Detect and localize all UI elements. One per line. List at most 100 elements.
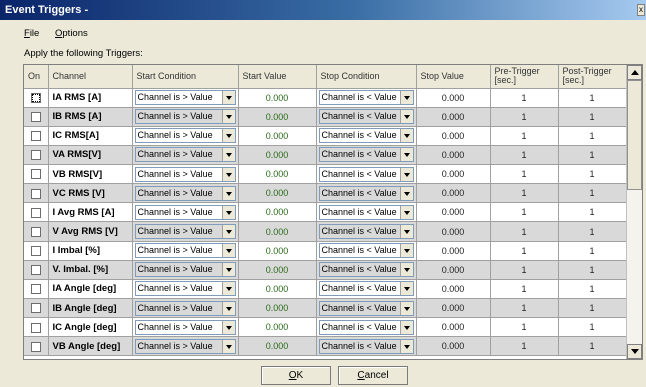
stop-value-field[interactable]: 0.000 [416, 202, 491, 223]
trigger-checkbox[interactable] [30, 92, 41, 103]
chevron-down-icon[interactable] [221, 320, 235, 334]
table-row[interactable]: IC RMS[A] Channel is > Value 0.000 Channel … [24, 126, 627, 146]
stop-condition-select[interactable]: Channel is < Value [318, 243, 414, 259]
post-trigger-field[interactable]: 1 [558, 221, 627, 242]
start-condition-select[interactable]: Channel is > Value [134, 166, 236, 182]
pre-trigger-field[interactable]: 1 [490, 183, 559, 204]
post-trigger-field[interactable]: 1 [558, 336, 627, 357]
trigger-checkbox[interactable] [30, 341, 41, 352]
start-condition-select[interactable]: Channel is > Value [134, 319, 236, 335]
post-trigger-field[interactable]: 1 [558, 164, 627, 185]
table-row[interactable]: IA Angle [deg] Channel is > Value 0.000 Cha… [24, 279, 627, 300]
stop-condition-select[interactable]: Channel is < Value [318, 128, 414, 144]
stop-condition-select[interactable]: Channel is < Value [318, 109, 414, 125]
table-row[interactable]: I Avg RMS [A] Channel is > Value 0.000 Chan… [24, 202, 627, 223]
column-header-channel[interactable]: Channel [48, 65, 133, 89]
start-condition-select[interactable]: Channel is > Value [134, 185, 236, 201]
stop-condition-select[interactable]: Channel is < Value [318, 224, 414, 240]
start-condition-select[interactable]: Channel is > Value [134, 224, 236, 240]
start-value-field[interactable]: 0.000 [238, 126, 317, 146]
start-value-field[interactable]: 0.000 [238, 317, 317, 338]
chevron-down-icon[interactable] [221, 91, 235, 105]
column-header-start-condition[interactable]: Start Condition [132, 65, 239, 89]
chevron-down-icon[interactable] [221, 282, 235, 296]
ok-button[interactable]: OK [261, 366, 331, 385]
pre-trigger-field[interactable]: 1 [490, 298, 559, 319]
table-row[interactable]: V. Imbal. [%] Channel is > Value 0.000 Chan… [24, 260, 627, 280]
chevron-down-icon[interactable] [221, 186, 235, 200]
trigger-checkbox[interactable] [30, 303, 41, 314]
start-value-field[interactable]: 0.000 [238, 202, 317, 223]
post-trigger-field[interactable]: 1 [558, 241, 627, 261]
chevron-down-icon[interactable] [221, 129, 235, 143]
trigger-checkbox[interactable] [30, 169, 41, 180]
table-row[interactable]: V Avg RMS [V] Channel is > Value 0.000 Chan… [24, 221, 627, 242]
trigger-checkbox[interactable] [30, 131, 41, 142]
stop-condition-select[interactable]: Channel is < Value [318, 338, 414, 354]
scroll-up-icon[interactable] [627, 65, 642, 80]
chevron-down-icon[interactable] [399, 186, 413, 200]
chevron-down-icon[interactable] [399, 110, 413, 124]
chevron-down-icon[interactable] [221, 339, 235, 353]
chevron-down-icon[interactable] [399, 167, 413, 181]
chevron-down-icon[interactable] [221, 263, 235, 277]
stop-condition-select[interactable]: Channel is < Value [318, 319, 414, 335]
column-header-pre-trigger[interactable]: Pre-Trigger [sec.] [490, 65, 559, 89]
post-trigger-field[interactable]: 1 [558, 202, 627, 223]
stop-value-field[interactable]: 0.000 [416, 298, 491, 319]
stop-value-field[interactable]: 0.000 [416, 241, 491, 261]
pre-trigger-field[interactable]: 1 [490, 126, 559, 146]
trigger-checkbox[interactable] [30, 207, 41, 218]
stop-condition-select[interactable]: Channel is < Value [318, 281, 414, 297]
post-trigger-field[interactable]: 1 [558, 145, 627, 166]
chevron-down-icon[interactable] [221, 301, 235, 315]
stop-condition-select[interactable]: Channel is < Value [318, 166, 414, 182]
pre-trigger-field[interactable]: 1 [490, 164, 559, 185]
start-value-field[interactable]: 0.000 [238, 279, 317, 300]
scroll-down-icon[interactable] [627, 344, 642, 359]
stop-value-field[interactable]: 0.000 [416, 183, 491, 204]
scroll-thumb[interactable] [627, 80, 642, 190]
start-value-field[interactable]: 0.000 [238, 107, 317, 127]
stop-value-field[interactable]: 0.000 [416, 260, 491, 280]
chevron-down-icon[interactable] [399, 148, 413, 162]
post-trigger-field[interactable]: 1 [558, 298, 627, 319]
column-header-stop-condition[interactable]: Stop Condition [316, 65, 417, 89]
table-row[interactable]: IB Angle [deg] Channel is > Value 0.000 Cha… [24, 298, 627, 319]
stop-value-field[interactable]: 0.000 [416, 88, 491, 108]
start-condition-select[interactable]: Channel is > Value [134, 204, 236, 220]
pre-trigger-field[interactable]: 1 [490, 241, 559, 261]
start-condition-select[interactable]: Channel is > Value [134, 262, 236, 278]
table-row[interactable]: VB RMS[V] Channel is > Value 0.000 Channel … [24, 164, 627, 185]
table-row[interactable]: VC RMS [V] Channel is > Value 0.000 Channel… [24, 183, 627, 204]
post-trigger-field[interactable]: 1 [558, 88, 627, 108]
stop-condition-select[interactable]: Channel is < Value [318, 185, 414, 201]
post-trigger-field[interactable]: 1 [558, 183, 627, 204]
trigger-checkbox[interactable] [30, 226, 41, 237]
trigger-checkbox[interactable] [30, 322, 41, 333]
menu-file[interactable]: File [24, 28, 39, 39]
column-header-on[interactable]: On [24, 65, 49, 89]
chevron-down-icon[interactable] [221, 205, 235, 219]
column-header-post-trigger[interactable]: Post-Trigger [sec.] [558, 65, 627, 89]
menu-options[interactable]: Options [55, 28, 88, 39]
chevron-down-icon[interactable] [399, 91, 413, 105]
table-row[interactable]: VA RMS[V] Channel is > Value 0.000 Channel … [24, 145, 627, 166]
pre-trigger-field[interactable]: 1 [490, 202, 559, 223]
start-value-field[interactable]: 0.000 [238, 336, 317, 357]
trigger-checkbox[interactable] [30, 112, 41, 123]
trigger-checkbox[interactable] [30, 150, 41, 161]
trigger-checkbox[interactable] [30, 188, 41, 199]
pre-trigger-field[interactable]: 1 [490, 317, 559, 338]
start-condition-select[interactable]: Channel is > Value [134, 109, 236, 125]
start-condition-select[interactable]: Channel is > Value [134, 128, 236, 144]
table-row[interactable]: IB RMS [A] Channel is > Value 0.000 Channel… [24, 107, 627, 127]
chevron-down-icon[interactable] [221, 110, 235, 124]
close-icon[interactable]: x [637, 4, 645, 16]
chevron-down-icon[interactable] [399, 282, 413, 296]
start-condition-select[interactable]: Channel is > Value [134, 281, 236, 297]
stop-value-field[interactable]: 0.000 [416, 107, 491, 127]
start-value-field[interactable]: 0.000 [238, 183, 317, 204]
chevron-down-icon[interactable] [399, 320, 413, 334]
trigger-checkbox[interactable] [30, 284, 41, 295]
